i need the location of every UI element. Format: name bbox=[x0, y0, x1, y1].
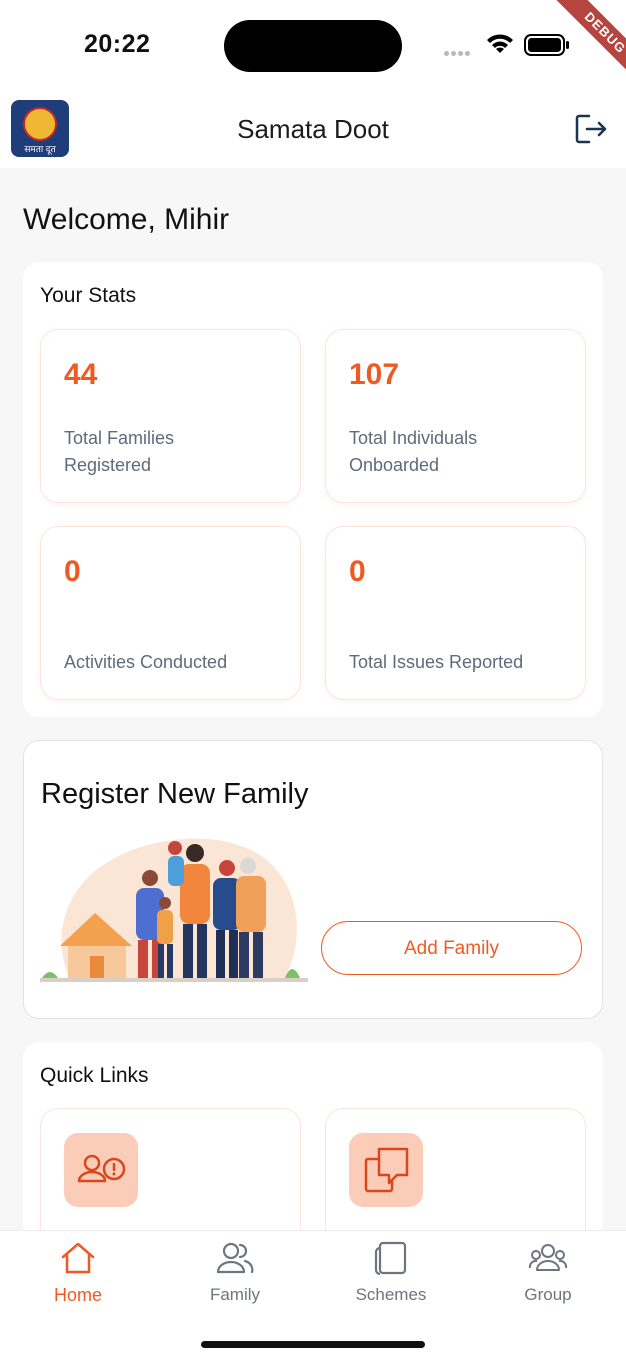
welcome-heading: Welcome, Mihir bbox=[23, 203, 230, 236]
quick-link-report-issue[interactable] bbox=[40, 1108, 301, 1250]
nav-home[interactable]: Home bbox=[18, 1240, 138, 1306]
stat-label: Total Families Registered bbox=[64, 428, 175, 475]
quick-link-icon-bg bbox=[349, 1133, 423, 1207]
stat-value: 107 bbox=[349, 358, 400, 391]
nav-family[interactable]: Family bbox=[175, 1240, 295, 1305]
schemes-icon bbox=[374, 1241, 407, 1276]
home-indicator bbox=[201, 1341, 425, 1348]
nav-group[interactable]: Group bbox=[488, 1240, 608, 1305]
family-illustration bbox=[40, 838, 308, 982]
home-icon bbox=[61, 1242, 95, 1274]
nav-schemes[interactable]: Schemes bbox=[331, 1240, 451, 1305]
app-title: Samata Doot bbox=[237, 114, 389, 144]
document-chat-icon bbox=[364, 1147, 409, 1193]
stat-card-individuals[interactable]: 107 Total Individuals Onboarded bbox=[325, 329, 586, 503]
logout-icon[interactable] bbox=[574, 112, 610, 146]
add-family-button[interactable]: Add Family bbox=[321, 921, 582, 975]
stat-card-families[interactable]: 44 Total Families Registered bbox=[40, 329, 301, 503]
stats-title: Your Stats bbox=[40, 284, 137, 307]
stat-label: Activities Conducted bbox=[64, 652, 228, 672]
nav-label: Group bbox=[524, 1285, 572, 1304]
stat-label: Total Individuals Onboarded bbox=[349, 428, 478, 475]
cellular-signal-icon bbox=[444, 43, 472, 61]
stat-card-activities[interactable]: 0 Activities Conducted bbox=[40, 526, 301, 700]
quick-link-icon-bg bbox=[64, 1133, 138, 1207]
stat-label: Total Issues Reported bbox=[349, 652, 524, 672]
register-family-title: Register New Family bbox=[41, 778, 309, 810]
wifi-icon bbox=[487, 34, 513, 53]
family-icon bbox=[216, 1242, 254, 1274]
quick-links-title: Quick Links bbox=[40, 1064, 149, 1087]
stat-value: 0 bbox=[349, 555, 366, 588]
dynamic-island bbox=[224, 20, 402, 72]
stat-card-issues[interactable]: 0 Total Issues Reported bbox=[325, 526, 586, 700]
group-icon bbox=[528, 1244, 568, 1271]
nav-label: Schemes bbox=[355, 1285, 427, 1304]
status-time: 20:22 bbox=[84, 30, 151, 58]
battery-icon bbox=[524, 34, 569, 56]
quick-link-schemes[interactable] bbox=[325, 1108, 586, 1250]
nav-label: Family bbox=[209, 1285, 261, 1304]
stat-value: 44 bbox=[64, 358, 98, 391]
nav-label: Home bbox=[53, 1285, 102, 1305]
user-alert-icon bbox=[77, 1154, 126, 1183]
stat-value: 0 bbox=[64, 555, 81, 588]
